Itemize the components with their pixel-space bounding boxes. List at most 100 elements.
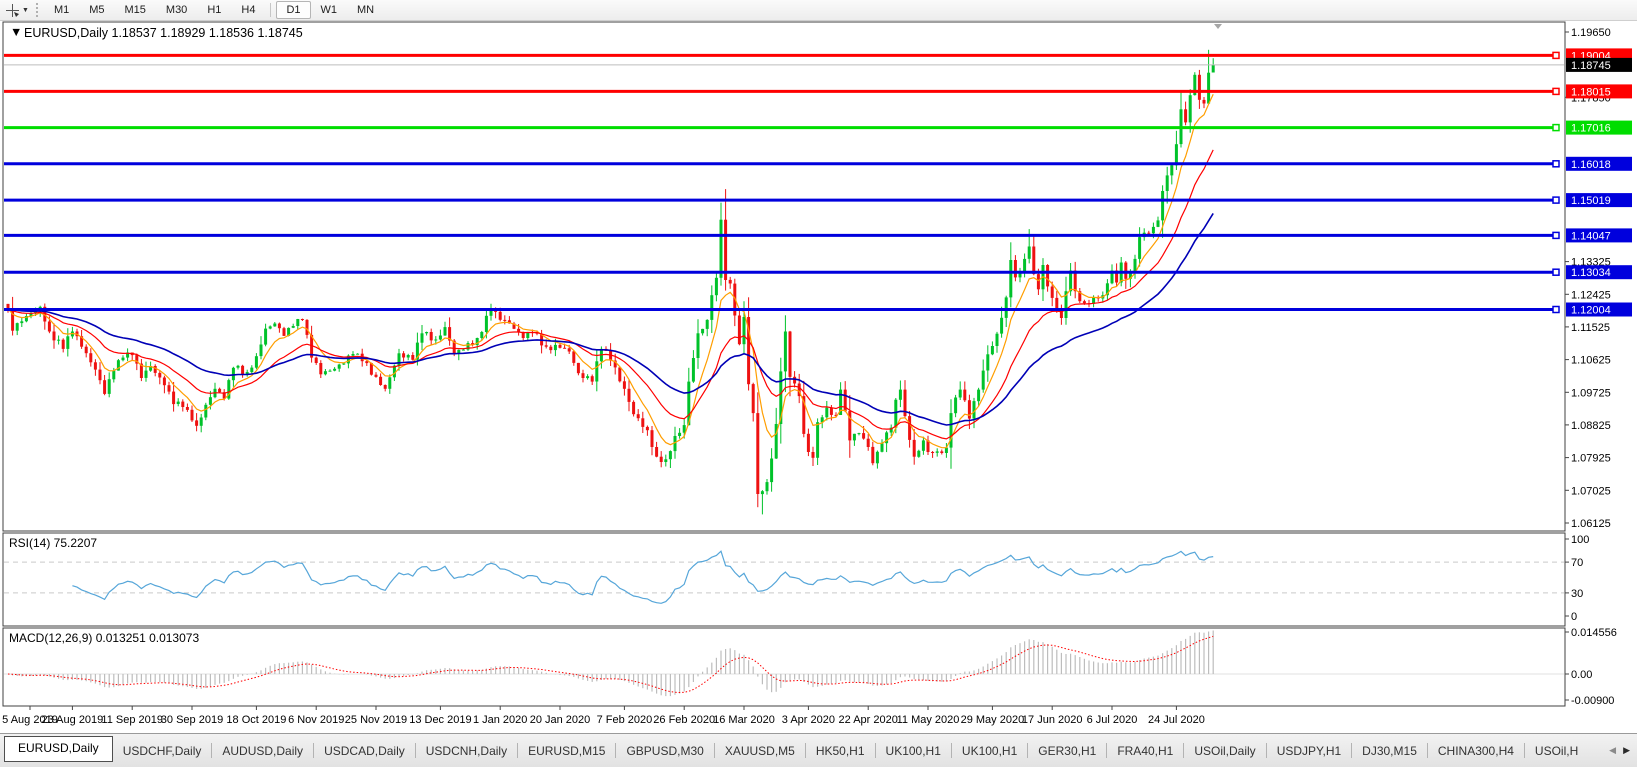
macd-tick-label: 0.014556 bbox=[1571, 627, 1617, 639]
tab-hk50-h1[interactable]: HK50,H1 bbox=[806, 739, 875, 763]
tab-xauusd-m5[interactable]: XAUUSD,M5 bbox=[715, 739, 805, 763]
toolbar-separator bbox=[270, 3, 271, 17]
candle bbox=[227, 379, 230, 400]
candle bbox=[917, 450, 920, 458]
timeframe-button-h4[interactable]: H4 bbox=[231, 1, 265, 19]
tab-fra40-h1[interactable]: FRA40,H1 bbox=[1107, 739, 1183, 763]
crosshair-icon bbox=[5, 3, 20, 18]
x-axis-date: 13 Dec 2019 bbox=[409, 714, 471, 726]
timeframe-button-w1[interactable]: W1 bbox=[311, 1, 348, 19]
x-axis-date: 20 Jan 2020 bbox=[530, 714, 591, 726]
tab-ger30-h1[interactable]: GER30,H1 bbox=[1028, 739, 1106, 763]
price-panel bbox=[3, 22, 1565, 531]
x-axis-date: 7 Feb 2020 bbox=[597, 714, 653, 726]
candle bbox=[738, 311, 741, 346]
x-axis-dates: 5 Aug 201923 Aug 201911 Sep 201930 Sep 2… bbox=[2, 706, 1205, 726]
tab-audusd-daily[interactable]: AUDUSD,Daily bbox=[212, 739, 313, 763]
rsi-tick-label: 70 bbox=[1571, 557, 1583, 569]
cursor-tool-caret-icon: ▼ bbox=[22, 7, 29, 14]
chart-collapse-icon[interactable]: ▼ bbox=[10, 25, 22, 39]
price-badge-label: 1.17016 bbox=[1571, 123, 1611, 135]
timeframe-button-m1[interactable]: M1 bbox=[44, 1, 79, 19]
price-tick-label: 1.10625 bbox=[1571, 355, 1611, 367]
x-axis-date: 22 Apr 2020 bbox=[839, 714, 898, 726]
price-badge: 1.18015 bbox=[1566, 84, 1632, 98]
top-toolbar: ▼ M1M5M15M30H1H4 D1W1MN bbox=[0, 0, 1637, 21]
x-axis-date: 3 Apr 2020 bbox=[782, 714, 835, 726]
line-handle[interactable] bbox=[1553, 232, 1559, 238]
price-tick-label: 1.19650 bbox=[1571, 27, 1611, 39]
tabs-scroll-left-icon[interactable]: ◀ bbox=[1609, 745, 1616, 756]
line-handle[interactable] bbox=[1553, 161, 1559, 167]
timeframe-button-group: M1M5M15M30H1H4 D1W1MN bbox=[44, 1, 384, 19]
macd-panel bbox=[3, 628, 1565, 706]
candle bbox=[632, 400, 635, 416]
tab-eurusd-m15[interactable]: EURUSD,M15 bbox=[518, 739, 615, 763]
price-badge: 1.13034 bbox=[1566, 265, 1632, 279]
x-axis-date: 6 Nov 2019 bbox=[288, 714, 344, 726]
price-tick-label: 1.07925 bbox=[1571, 453, 1611, 465]
price-tick-label: 1.06125 bbox=[1571, 518, 1611, 530]
tab-usoil-h[interactable]: USOil,H bbox=[1525, 739, 1588, 763]
timeframe-button-mn[interactable]: MN bbox=[347, 1, 384, 19]
line-handle[interactable] bbox=[1553, 52, 1559, 58]
line-handle[interactable] bbox=[1553, 307, 1559, 313]
tab-dj30-m15[interactable]: DJ30,M15 bbox=[1352, 739, 1427, 763]
price-axis-badges: 1.190041.187451.180151.170161.160181.150… bbox=[1566, 48, 1632, 316]
price-tick-label: 1.08825 bbox=[1571, 420, 1611, 432]
price-badge-label: 1.18015 bbox=[1571, 86, 1611, 98]
tab-uk100-h1[interactable]: UK100,H1 bbox=[952, 739, 1027, 763]
symbol-tab-bar: EURUSD,DailyUSDCHF,DailyAUDUSD,DailyUSDC… bbox=[0, 733, 1637, 767]
price-badge: 1.16018 bbox=[1566, 157, 1632, 171]
price-badge-label: 1.16018 bbox=[1571, 159, 1611, 171]
price-tick-label: 1.09725 bbox=[1571, 387, 1611, 399]
tab-usdchf-daily[interactable]: USDCHF,Daily bbox=[113, 739, 212, 763]
tabs-scroll-right-icon[interactable]: ▶ bbox=[1623, 745, 1630, 756]
line-handle[interactable] bbox=[1553, 88, 1559, 94]
rsi-tick-label: 30 bbox=[1571, 588, 1583, 600]
price-badge-label: 1.13034 bbox=[1571, 267, 1611, 279]
macd-label: MACD(12,26,9) 0.013251 0.013073 bbox=[9, 631, 199, 645]
candle bbox=[618, 367, 621, 382]
chart-area: 1.196501.178501.133251.124251.115251.106… bbox=[0, 20, 1637, 733]
timeframe-button-m15[interactable]: M15 bbox=[115, 1, 156, 19]
timeframe-button-m5[interactable]: M5 bbox=[79, 1, 114, 19]
tab-gbpusd-m30[interactable]: GBPUSD,M30 bbox=[616, 739, 713, 763]
symbol-tabs: EURUSD,DailyUSDCHF,DailyAUDUSD,DailyUSDC… bbox=[0, 734, 1588, 767]
timeframe-button-d1[interactable]: D1 bbox=[276, 1, 310, 19]
x-axis-date: 6 Jul 2020 bbox=[1087, 714, 1138, 726]
tab-usoil-daily[interactable]: USOil,Daily bbox=[1184, 739, 1265, 763]
line-handle[interactable] bbox=[1553, 125, 1559, 131]
price-badge: 1.17016 bbox=[1566, 121, 1632, 135]
tab-usdcnh-daily[interactable]: USDCNH,Daily bbox=[416, 739, 517, 763]
macd-tick-label: -0.00900 bbox=[1571, 695, 1614, 707]
line-handle[interactable] bbox=[1553, 269, 1559, 275]
tab-usdcad-daily[interactable]: USDCAD,Daily bbox=[314, 739, 415, 763]
x-axis-date: 18 Oct 2019 bbox=[226, 714, 286, 726]
x-axis-date: 17 Jun 2020 bbox=[1022, 714, 1083, 726]
chart-title: EURUSD,Daily 1.18537 1.18929 1.18536 1.1… bbox=[24, 26, 303, 40]
price-badge-label: 1.18745 bbox=[1571, 60, 1611, 72]
price-badge: 1.18745 bbox=[1566, 58, 1632, 72]
x-axis-date: 26 Feb 2020 bbox=[653, 714, 715, 726]
timeframe-button-m30[interactable]: M30 bbox=[156, 1, 197, 19]
macd-tick-label: 0.00 bbox=[1571, 669, 1592, 681]
price-badge-label: 1.12004 bbox=[1571, 305, 1611, 317]
tab-usdjpy-h1[interactable]: USDJPY,H1 bbox=[1267, 739, 1351, 763]
price-tick-label: 1.07025 bbox=[1571, 485, 1611, 497]
x-axis-date: 29 May 2020 bbox=[961, 714, 1025, 726]
x-axis-date: 23 Aug 2019 bbox=[42, 714, 104, 726]
x-axis-date: 30 Sep 2019 bbox=[161, 714, 223, 726]
price-badge: 1.14047 bbox=[1566, 228, 1632, 242]
tab-china300-h4[interactable]: CHINA300,H4 bbox=[1428, 739, 1524, 763]
cursor-tool-button[interactable]: ▼ bbox=[0, 1, 34, 19]
line-handle[interactable] bbox=[1553, 197, 1559, 203]
price-badge-label: 1.15019 bbox=[1571, 195, 1611, 207]
x-axis-date: 25 Nov 2019 bbox=[345, 714, 407, 726]
tab-uk100-h1[interactable]: UK100,H1 bbox=[876, 739, 951, 763]
tab-eurusd-daily[interactable]: EURUSD,Daily bbox=[4, 736, 113, 762]
price-tick-label: 1.12425 bbox=[1571, 289, 1611, 301]
toolbar-grip[interactable] bbox=[36, 3, 38, 17]
timeframe-button-h1[interactable]: H1 bbox=[197, 1, 231, 19]
price-tick-label: 1.11525 bbox=[1571, 322, 1610, 334]
